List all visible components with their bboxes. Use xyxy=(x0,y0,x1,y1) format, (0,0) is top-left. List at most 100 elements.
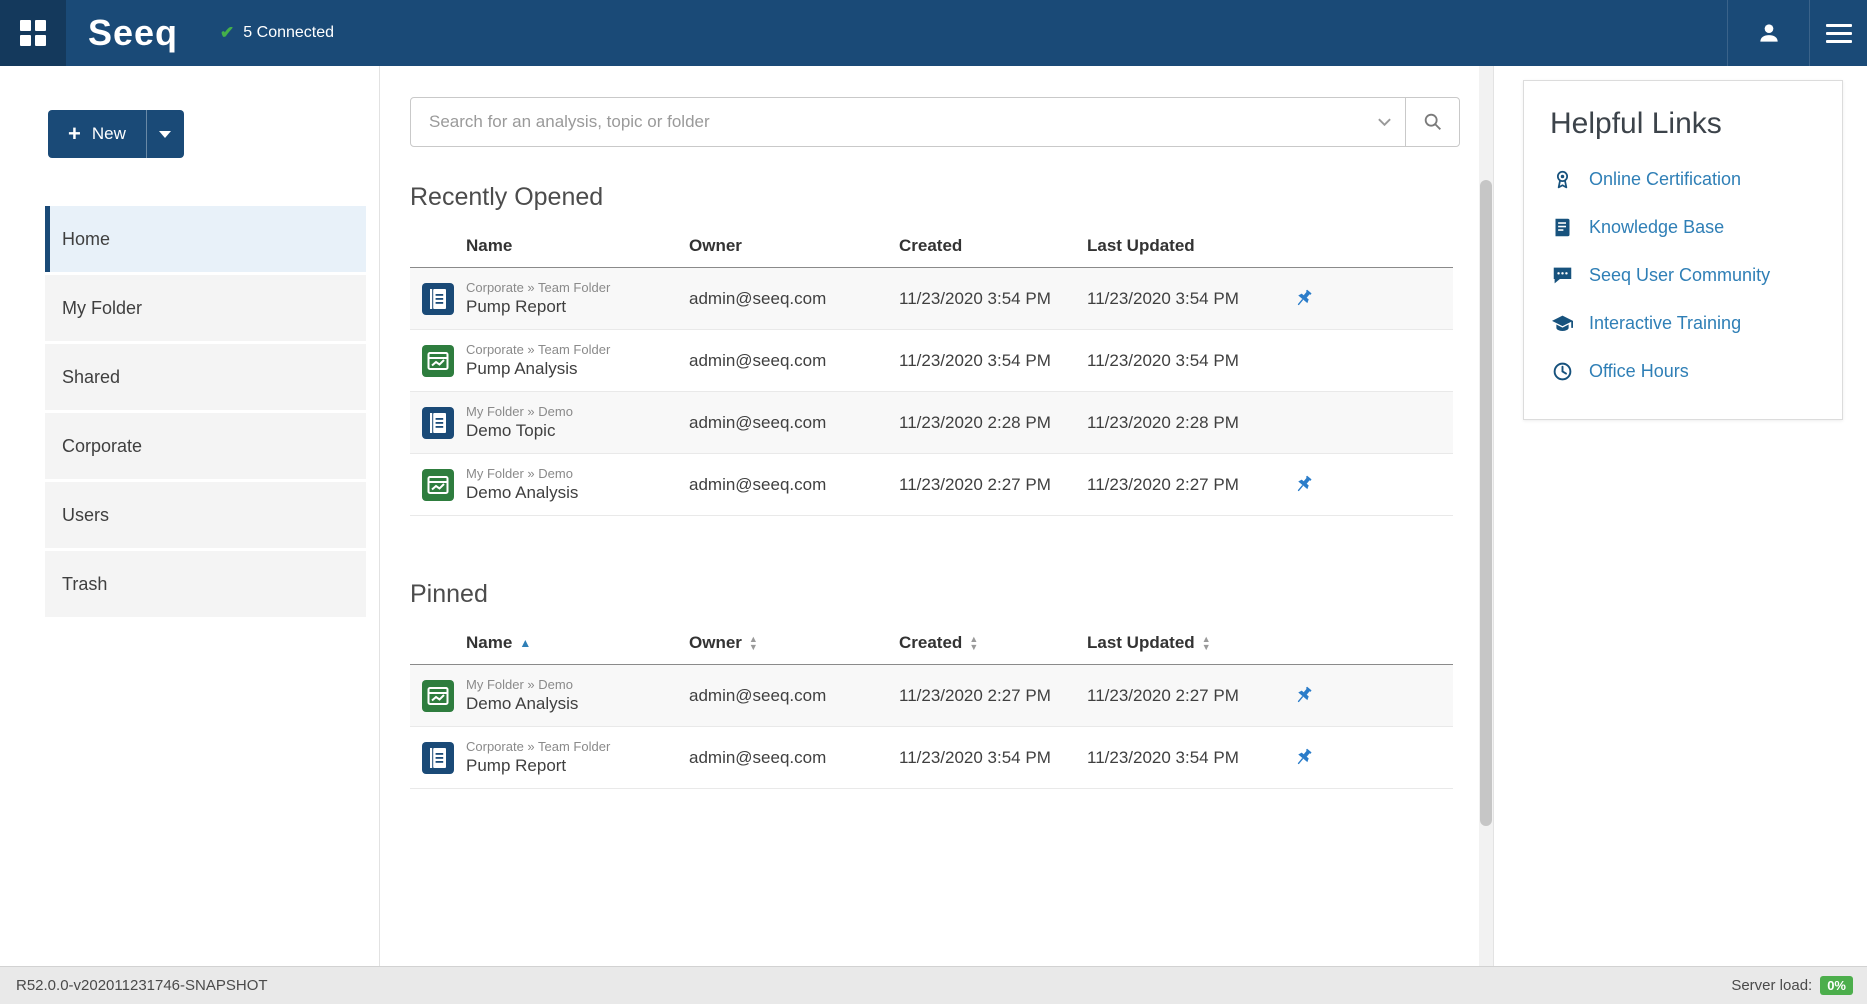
sidebar-item-label: My Folder xyxy=(62,298,142,319)
scrollbar-thumb[interactable] xyxy=(1480,180,1492,826)
item-owner: admin@seeq.com xyxy=(689,351,899,371)
topic-icon xyxy=(410,407,466,439)
helpful-links-list: Online Certification Knowledge Base Seeq… xyxy=(1550,169,1818,382)
helpful-link-interactive-training[interactable]: Interactive Training xyxy=(1550,313,1818,334)
pin-icon[interactable] xyxy=(1285,454,1453,515)
column-header-name: Name xyxy=(466,236,689,256)
table-row[interactable]: Corporate » Team Folder Pump Report admi… xyxy=(410,268,1453,330)
item-created: 11/23/2020 2:27 PM xyxy=(899,475,1087,495)
item-owner: admin@seeq.com xyxy=(689,748,899,768)
helpful-link-office-hours[interactable]: Office Hours xyxy=(1550,361,1818,382)
item-link[interactable]: Corporate » Team Folder Pump Report xyxy=(466,280,689,317)
server-load-label: Server load: xyxy=(1731,977,1812,994)
item-owner: admin@seeq.com xyxy=(689,289,899,309)
check-icon: ✔ xyxy=(220,23,234,43)
pin-icon[interactable] xyxy=(1285,727,1453,788)
sidebar-item-my-folder[interactable]: My Folder xyxy=(45,275,366,341)
item-path: Corporate » Team Folder xyxy=(466,280,689,296)
helpful-link-knowledge-base[interactable]: Knowledge Base xyxy=(1550,217,1818,238)
sidebar-item-users[interactable]: Users xyxy=(45,482,366,548)
sidebar-item-trash[interactable]: Trash xyxy=(45,551,366,617)
item-updated: 11/23/2020 2:27 PM xyxy=(1087,686,1285,706)
hamburger-menu-button[interactable] xyxy=(1809,0,1867,66)
table-row[interactable]: My Folder » Demo Demo Analysis admin@see… xyxy=(410,665,1453,727)
sidebar-item-label: Trash xyxy=(62,574,107,595)
helpful-link-online-certification[interactable]: Online Certification xyxy=(1550,169,1818,190)
item-path: My Folder » Demo xyxy=(466,404,689,420)
search-bar xyxy=(410,97,1460,147)
pin-icon[interactable] xyxy=(1285,665,1453,726)
item-updated: 11/23/2020 3:54 PM xyxy=(1087,351,1285,371)
sort-icon: ▲▼ xyxy=(749,635,758,651)
item-path: Corporate » Team Folder xyxy=(466,739,689,755)
user-icon xyxy=(1756,20,1782,46)
analysis-icon xyxy=(410,469,466,501)
left-sidebar: + New Home My Folder Shared Corporate Us… xyxy=(0,66,380,966)
new-button-dropdown[interactable] xyxy=(146,110,184,158)
helpful-link-label: Seeq User Community xyxy=(1589,265,1770,286)
content-sections: Recently Opened NameOwnerCreatedLast Upda… xyxy=(410,183,1493,789)
new-button-label: New xyxy=(92,124,126,144)
main-content: Recently Opened NameOwnerCreatedLast Upda… xyxy=(380,66,1493,966)
helpful-link-seeq-user-community[interactable]: Seeq User Community xyxy=(1550,265,1818,286)
table-header: NameOwnerCreatedLast Updated xyxy=(410,224,1453,268)
item-name: Pump Analysis xyxy=(466,359,689,379)
item-link[interactable]: Corporate » Team Folder Pump Analysis xyxy=(466,342,689,379)
helpful-link-label: Online Certification xyxy=(1589,169,1741,190)
new-button-group: + New xyxy=(48,110,184,158)
sidebar-item-label: Shared xyxy=(62,367,120,388)
item-name: Pump Report xyxy=(466,297,689,317)
scrollbar[interactable] xyxy=(1479,66,1493,966)
sidebar-item-home[interactable]: Home xyxy=(45,206,366,272)
search-input[interactable] xyxy=(411,112,1363,132)
item-updated: 11/23/2020 3:54 PM xyxy=(1087,289,1285,309)
analysis-icon xyxy=(410,345,466,377)
table-row[interactable]: My Folder » Demo Demo Analysis admin@see… xyxy=(410,454,1453,516)
sidebar-item-corporate[interactable]: Corporate xyxy=(45,413,366,479)
search-button[interactable] xyxy=(1405,98,1459,146)
pin-placeholder[interactable] xyxy=(1285,330,1453,391)
search-icon xyxy=(1422,111,1444,133)
table-row[interactable]: Corporate » Team Folder Pump Analysis ad… xyxy=(410,330,1453,392)
right-panel: Helpful Links Online Certification Knowl… xyxy=(1493,66,1867,966)
item-created: 11/23/2020 2:27 PM xyxy=(899,686,1087,706)
item-link[interactable]: My Folder » Demo Demo Analysis xyxy=(466,466,689,503)
topic-icon xyxy=(410,742,466,774)
helpful-links-card: Helpful Links Online Certification Knowl… xyxy=(1523,80,1843,420)
column-header-created: Created xyxy=(899,236,1087,256)
server-load-badge: 0% xyxy=(1820,976,1853,995)
column-header-last-updated[interactable]: Last Updated▲▼ xyxy=(1087,633,1285,653)
chevron-down-icon xyxy=(159,131,171,138)
hamburger-icon xyxy=(1826,24,1852,43)
item-created: 11/23/2020 3:54 PM xyxy=(899,289,1087,309)
new-button[interactable]: + New xyxy=(48,110,146,158)
item-link[interactable]: Corporate » Team Folder Pump Report xyxy=(466,739,689,776)
helpful-link-label: Knowledge Base xyxy=(1589,217,1724,238)
comment-icon xyxy=(1550,265,1574,286)
item-path: My Folder » Demo xyxy=(466,677,689,693)
pin-icon[interactable] xyxy=(1285,268,1453,329)
column-header-owner[interactable]: Owner▲▼ xyxy=(689,633,899,653)
search-options-chevron[interactable] xyxy=(1363,117,1405,127)
item-link[interactable]: My Folder » Demo Demo Analysis xyxy=(466,677,689,714)
table-row[interactable]: Corporate » Team Folder Pump Report admi… xyxy=(410,727,1453,789)
item-name: Demo Analysis xyxy=(466,694,689,714)
connection-status[interactable]: ✔ 5 Connected xyxy=(220,0,334,66)
table-row[interactable]: My Folder » Demo Demo Topic admin@seeq.c… xyxy=(410,392,1453,454)
item-link[interactable]: My Folder » Demo Demo Topic xyxy=(466,404,689,441)
sidebar-item-shared[interactable]: Shared xyxy=(45,344,366,410)
column-header-name[interactable]: Name▲ xyxy=(466,633,689,653)
item-name: Pump Report xyxy=(466,756,689,776)
item-owner: admin@seeq.com xyxy=(689,686,899,706)
section-title: Recently Opened xyxy=(410,183,1493,212)
column-header-created[interactable]: Created▲▼ xyxy=(899,633,1087,653)
status-bar: R52.0.0-v202011231746-SNAPSHOT Server lo… xyxy=(0,966,1867,1004)
item-updated: 11/23/2020 2:27 PM xyxy=(1087,475,1285,495)
chevron-down-icon xyxy=(1377,117,1392,127)
pin-placeholder[interactable] xyxy=(1285,392,1453,453)
app-switcher-button[interactable] xyxy=(0,0,66,66)
section-title: Pinned xyxy=(410,580,1493,609)
plus-icon: + xyxy=(68,123,81,145)
item-name: Demo Topic xyxy=(466,421,689,441)
user-profile-button[interactable] xyxy=(1727,0,1809,66)
